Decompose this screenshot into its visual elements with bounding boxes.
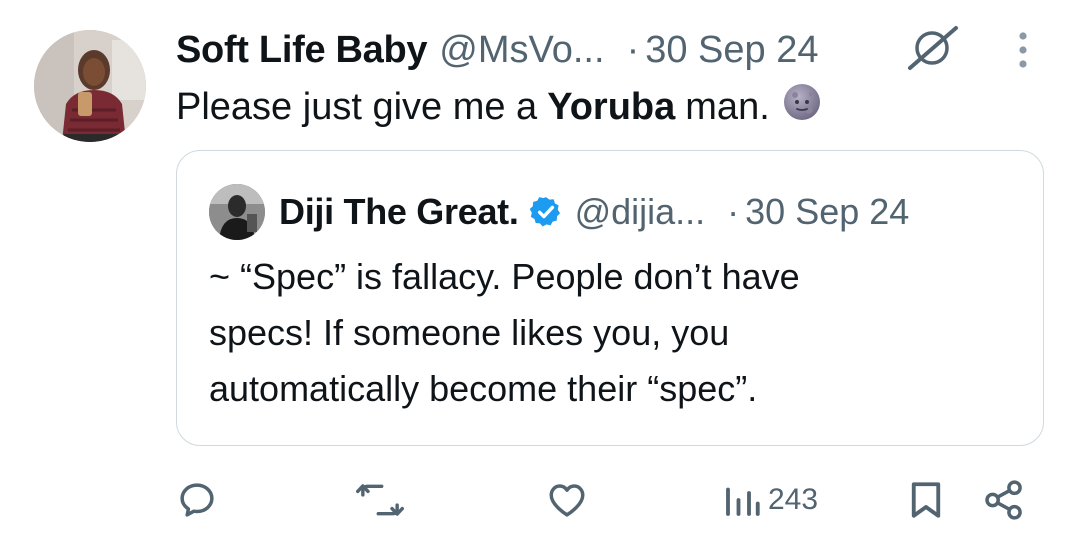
share-button[interactable] — [982, 470, 1026, 530]
reply-icon — [176, 479, 218, 521]
like-icon — [546, 479, 588, 521]
tweet-text: Please just give me a Yoruba man. — [176, 82, 822, 132]
retweet-button[interactable] — [356, 470, 404, 530]
grok-button[interactable] — [902, 24, 962, 76]
quoted-author-name[interactable]: Diji The Great. — [279, 191, 519, 233]
more-options-button[interactable] — [1006, 28, 1040, 76]
quoted-text-line: ~ “Spec” is fallacy. People don’t have — [209, 256, 800, 297]
quoted-text-line: specs! If someone likes you, you — [209, 312, 730, 353]
tweet-text-end: man. — [685, 85, 770, 128]
quoted-text-line: automatically become their “spec”. — [209, 368, 758, 409]
quoted-author-handle[interactable]: @dijia... — [575, 191, 706, 233]
tweet-text-start: Please just give me a — [176, 85, 538, 128]
new-moon-face-emoji — [782, 82, 822, 132]
author-handle[interactable]: @MsVo... — [439, 29, 604, 72]
tweet-action-bar: 243 — [0, 470, 1080, 530]
reply-button[interactable] — [176, 470, 218, 530]
quoted-separator-dot: · — [727, 191, 740, 232]
quoted-tweet-header: Diji The Great. @dijia... · 30 Sep 24 — [209, 184, 909, 240]
separator-dot: · — [626, 28, 640, 71]
tweet-date[interactable]: 30 Sep 24 — [645, 29, 818, 72]
author-avatar[interactable] — [34, 30, 146, 142]
like-button[interactable] — [546, 470, 588, 530]
verified-badge-icon — [529, 195, 563, 229]
bookmark-icon — [908, 479, 944, 521]
tweet-text-bold: Yoruba — [547, 85, 676, 128]
quoted-author-avatar[interactable] — [209, 184, 265, 240]
more-vertical-icon — [1017, 30, 1029, 75]
bookmark-button[interactable] — [908, 470, 944, 530]
grok-icon — [904, 24, 960, 77]
share-icon — [982, 479, 1026, 521]
quoted-tweet-text: ~ “Spec” is fallacy. People don’t have s… — [209, 249, 1009, 417]
views-count: 243 — [768, 483, 819, 516]
retweet-icon — [356, 479, 404, 521]
quoted-tweet[interactable]: Diji The Great. @dijia... · 30 Sep 24 ~ … — [176, 150, 1044, 446]
views-button[interactable]: 243 — [722, 470, 818, 530]
tweet-header: Soft Life Baby @MsVo... · 30 Sep 24 — [176, 24, 818, 76]
author-name[interactable]: Soft Life Baby — [176, 29, 428, 72]
views-icon — [722, 479, 762, 521]
quoted-tweet-date[interactable]: 30 Sep 24 — [745, 191, 909, 233]
